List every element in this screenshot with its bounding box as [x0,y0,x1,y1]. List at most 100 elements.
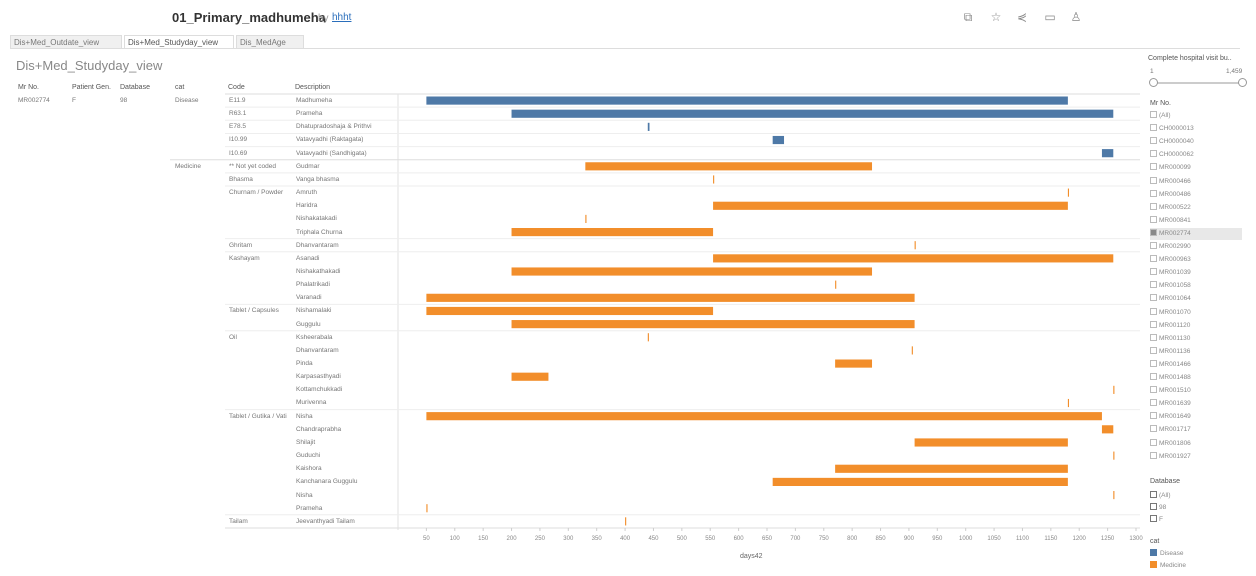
x-tick-label: 500 [677,536,688,542]
x-tick-label: 1150 [1044,536,1058,542]
gantt-bar [625,517,627,526]
mr-filter-option[interactable]: MR001064 [1150,293,1242,305]
checkbox-icon[interactable] [1150,451,1157,459]
mr-option-label: MR001927 [1159,452,1191,460]
mr-filter-option[interactable]: MR001927 [1150,451,1242,463]
legend-item[interactable]: Medicine [1150,560,1242,572]
mr-filter-option[interactable]: MR001510 [1150,385,1242,397]
x-tick-label: 250 [535,536,546,542]
checkbox-icon[interactable] [1150,425,1157,433]
checkbox-icon[interactable] [1150,281,1157,289]
legend-title: cat [1150,538,1160,545]
x-tick-label: 1000 [959,536,973,542]
visit-slider-max-handle[interactable] [1238,78,1247,87]
gantt-bar [1067,188,1070,197]
mr-option-label: MR000486 [1159,190,1191,198]
x-tick-label: 1200 [1073,536,1087,542]
legend-swatch-icon [1150,549,1157,556]
checkbox-icon[interactable] [1150,491,1157,498]
visit-slider-track[interactable] [1152,82,1244,84]
gantt-chart: 50 100 150 200 250 300 350 400 450 500 550 600 650 70… [170,93,1143,542]
checkbox-icon[interactable] [1150,111,1157,118]
mr-filter-option[interactable]: (All) [1150,110,1242,122]
mr-option-label: MR002774 [1159,229,1191,237]
gantt-bar [1067,398,1070,408]
mr-option-label: MR000099 [1159,164,1191,172]
mr-filter-option[interactable]: MR000522 [1150,202,1242,214]
checkbox-icon[interactable] [1150,255,1157,263]
mr-filter-option[interactable]: MR001130 [1150,333,1242,345]
mr-filter-option[interactable]: MR001639 [1150,398,1242,410]
gantt-bar [585,162,873,171]
visit-slider-min-handle[interactable] [1149,78,1158,87]
checkbox-icon[interactable] [1150,268,1157,276]
mr-filter-option[interactable]: CH0000013 [1150,123,1242,135]
database-filter-option[interactable]: F [1150,514,1242,526]
x-tick-label: 800 [847,536,858,542]
mr-option-label: MR001717 [1159,426,1191,434]
checkbox-icon[interactable] [1150,333,1157,341]
mr-option-label: MR000466 [1159,177,1191,185]
checkbox-icon[interactable] [1150,359,1157,367]
mr-filter-option[interactable]: MR001488 [1150,372,1242,384]
checkbox-icon[interactable] [1150,399,1157,407]
gantt-bar [713,254,1114,263]
checkbox-icon[interactable] [1150,202,1157,210]
gantt-bar [713,175,715,184]
mr-filter-option[interactable]: MR001806 [1150,438,1242,450]
legend-swatch-icon [1150,561,1157,568]
mr-filter-option[interactable]: MR000099 [1150,162,1242,174]
checkbox-icon[interactable] [1150,294,1157,302]
mr-filter-option[interactable]: MR000963 [1150,254,1242,266]
x-tick-label: 350 [592,536,603,542]
checkbox-icon[interactable] [1150,503,1157,510]
gantt-bar [511,109,1114,118]
checkbox-icon[interactable] [1150,150,1157,158]
x-axis-title: days42 [740,553,763,560]
mr-filter-option[interactable]: MR002774 [1150,227,1242,240]
database-filter-option[interactable]: 98 [1150,502,1242,514]
checkbox-icon[interactable] [1150,515,1157,522]
mr-filter-option[interactable]: MR001717 [1150,424,1242,436]
mr-filter-option[interactable]: CH0000040 [1150,136,1242,148]
mr-option-label: MR001064 [1159,295,1191,303]
checkbox-icon[interactable] [1150,373,1157,380]
mr-filter-option[interactable]: CH0000062 [1150,149,1242,161]
checkbox-icon[interactable] [1150,215,1157,223]
mr-filter-option[interactable]: MR001466 [1150,359,1242,371]
checkbox-icon[interactable] [1150,163,1157,171]
checkbox-icon[interactable] [1150,189,1157,197]
mr-filter-option[interactable]: MR000841 [1150,215,1242,227]
mr-filter-option[interactable]: MR001120 [1150,320,1242,332]
checkbox-icon[interactable] [1150,307,1157,315]
x-tick-label: 1300 [1129,536,1143,542]
gantt-bar [914,438,1068,447]
gantt-bar [1101,425,1114,434]
checkbox-icon[interactable] [1150,438,1157,446]
checkbox-icon[interactable] [1150,412,1157,420]
checkbox-icon[interactable] [1150,176,1157,184]
mr-filter-option[interactable]: MR000486 [1150,189,1242,201]
mr-filter-option[interactable]: MR000466 [1150,176,1242,188]
mr-filter-option[interactable]: MR001058 [1150,280,1242,292]
mr-filter-option[interactable]: MR001070 [1150,307,1242,319]
checkbox-icon[interactable] [1150,320,1157,328]
mr-filter-option[interactable]: MR001649 [1150,411,1242,423]
x-tick-label: 850 [876,536,887,542]
checkbox-icon[interactable] [1150,346,1157,354]
mr-option-label: CH0000013 [1159,125,1194,133]
checkbox-icon[interactable] [1150,228,1157,236]
legend-item[interactable]: Disease [1150,548,1242,560]
x-tick-label: 650 [762,536,773,542]
checkbox-icon[interactable] [1150,386,1157,394]
gantt-bar [914,241,916,250]
mr-filter-option[interactable]: MR001039 [1150,267,1242,279]
checkbox-icon[interactable] [1150,137,1157,145]
x-tick-label: 200 [507,536,518,542]
mr-filter-option[interactable]: MR002990 [1150,241,1242,253]
checkbox-icon[interactable] [1150,124,1157,132]
mr-option-label: MR001510 [1159,387,1191,395]
database-filter-option[interactable]: (All) [1150,490,1242,502]
mr-filter-option[interactable]: MR001136 [1150,346,1242,358]
checkbox-icon[interactable] [1150,242,1157,249]
